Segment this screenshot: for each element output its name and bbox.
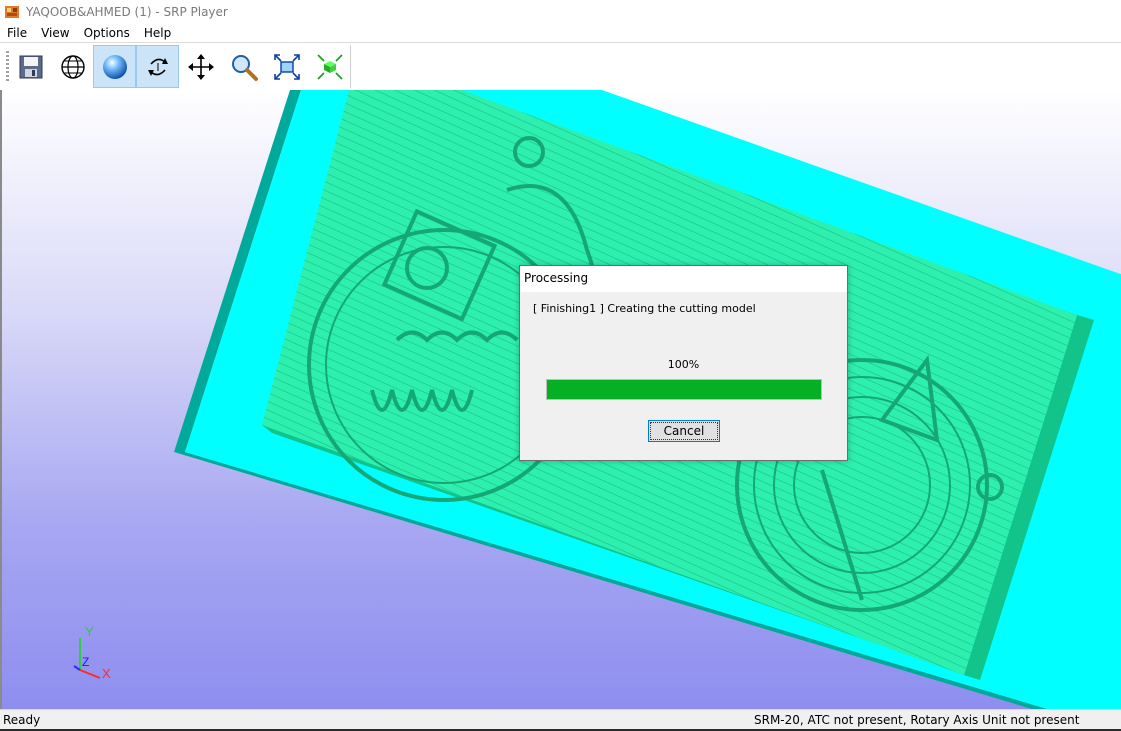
progress-percent: 100% <box>667 358 700 371</box>
progress-fill <box>547 380 821 399</box>
collapse-view-icon <box>316 53 343 80</box>
axis-label-x: X <box>102 666 111 681</box>
processing-dialog: Processing [ Finishing1 ] Creating the c… <box>519 265 848 461</box>
globe-icon <box>60 54 85 79</box>
fit-to-window-icon <box>273 53 300 80</box>
rotate-button[interactable] <box>136 45 179 88</box>
pan-button[interactable] <box>179 45 222 88</box>
dialog-message: [ Finishing1 ] Creating the cutting mode… <box>533 302 756 315</box>
app-icon <box>5 5 19 18</box>
cancel-button[interactable]: Cancel <box>648 420 720 442</box>
move-arrows-icon <box>187 53 214 80</box>
machine-status-text: SRM-20, ATC not present, Rotary Axis Uni… <box>754 713 1080 727</box>
zoom-button[interactable] <box>222 45 265 88</box>
wireframe-view-button[interactable] <box>51 45 94 88</box>
menu-options[interactable]: Options <box>77 26 137 40</box>
axis-label-y: Y <box>85 624 94 639</box>
title-bar: YAQOOB&AHMED (1) - SRP Player <box>0 0 1121 23</box>
menu-file[interactable]: File <box>0 26 34 40</box>
dialog-title: Processing <box>524 271 589 285</box>
zoom-magnifier-icon <box>231 54 258 81</box>
sphere-shading-icon <box>102 54 127 79</box>
progress-bar <box>546 379 822 400</box>
save-button[interactable] <box>9 45 52 88</box>
menu-help[interactable]: Help <box>137 26 178 40</box>
menu-view[interactable]: View <box>34 26 76 40</box>
dialog-title-bar[interactable]: Processing <box>520 266 847 292</box>
fit-view-button[interactable] <box>265 45 308 88</box>
reset-view-button[interactable] <box>308 45 351 88</box>
window-title: YAQOOB&AHMED (1) - SRP Player <box>26 4 228 19</box>
status-text: Ready <box>3 713 41 727</box>
rotate-icon <box>147 57 168 76</box>
status-bar: Ready SRM-20, ATC not present, Rotary Ax… <box>0 709 1121 731</box>
toolbar <box>0 42 1121 91</box>
axis-label-z: Z <box>82 655 89 669</box>
menu-bar: File View Options Help <box>0 23 1121 42</box>
save-icon <box>19 55 42 78</box>
shaded-view-button[interactable] <box>93 45 136 88</box>
